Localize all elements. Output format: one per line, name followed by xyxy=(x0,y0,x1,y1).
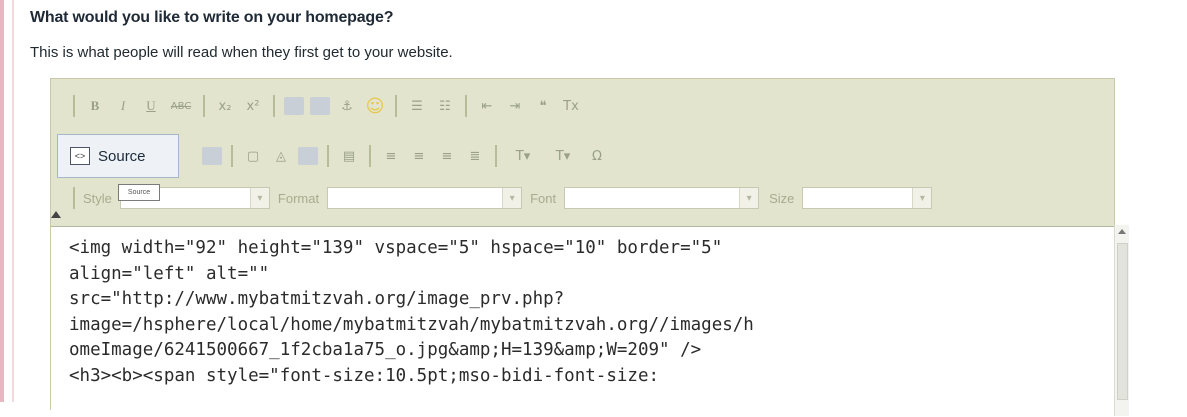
blockquote-icon[interactable]: ❝ xyxy=(532,95,554,117)
superscript-button[interactable]: x² xyxy=(242,95,264,117)
outdent-icon[interactable]: ⇤ xyxy=(476,95,498,117)
toolbar-row-combos: Style ▾ Format ▾ Font ▾ Size ▾ xyxy=(67,183,933,213)
code-line: align="left" alt="" xyxy=(69,263,270,284)
toolbar-separator xyxy=(327,145,329,167)
code-line: <h3><b><span style="font-size:10.5pt;mso… xyxy=(69,365,660,386)
source-button[interactable]: <> Source xyxy=(57,134,179,178)
bold-button[interactable]: B xyxy=(84,95,106,117)
format-select[interactable]: ▾ xyxy=(327,187,523,209)
code-line: omeImage/6241500667_1f2cba1a75_o.jpg&amp… xyxy=(69,340,702,360)
toolbar-separator xyxy=(465,95,467,117)
toolbar-separator xyxy=(73,187,75,209)
source-button-label: Source xyxy=(98,147,146,165)
unlink-icon[interactable] xyxy=(310,97,330,115)
editor-scrollbar[interactable] xyxy=(1114,225,1129,416)
text-color-icon[interactable]: T▾ xyxy=(506,145,540,167)
subscript-button[interactable]: x₂ xyxy=(214,95,236,117)
toolbar-separator xyxy=(73,95,75,117)
source-tooltip: Source xyxy=(118,184,160,201)
underline-button[interactable]: U xyxy=(140,95,162,117)
toolbar-separator xyxy=(495,145,497,167)
toolbar-separator xyxy=(231,145,233,167)
toolbar-separator xyxy=(203,95,205,117)
link-icon[interactable] xyxy=(284,97,304,115)
anchor-icon[interactable]: ⚓ xyxy=(336,95,358,117)
align-right-icon[interactable]: ≡ xyxy=(436,145,458,167)
strikethrough-button[interactable]: ABC xyxy=(168,95,194,117)
scroll-up-arrow-icon[interactable] xyxy=(1118,229,1126,234)
homepage-helper-text: This is what people will read when they … xyxy=(30,44,453,61)
indent-icon[interactable]: ⇥ xyxy=(504,95,526,117)
rich-text-editor: B I U ABC x₂ x² ⚓ ☺ ☰ ☷ ⇤ ⇥ ❝ Tx <> Sour… xyxy=(50,78,1129,417)
font-select[interactable]: ▾ xyxy=(564,187,760,209)
bg-color-icon[interactable]: T▾ xyxy=(546,145,580,167)
chevron-down-icon: ▾ xyxy=(249,188,269,208)
font-label: Font xyxy=(530,190,557,206)
page-left-border-inner xyxy=(12,0,14,402)
chevron-down-icon: ▾ xyxy=(739,188,759,208)
style-label: Style xyxy=(83,190,112,206)
remove-format-icon[interactable]: Tx xyxy=(560,95,582,117)
image-icon[interactable] xyxy=(298,147,318,165)
toolbar-separator xyxy=(273,95,275,117)
align-left-icon[interactable]: ≡ xyxy=(380,145,402,167)
size-select[interactable]: ▾ xyxy=(802,187,933,209)
source-code-text: <img width="92" height="139" vspace="5" … xyxy=(69,236,1119,389)
toolbar-separator xyxy=(369,145,371,167)
justify-icon[interactable]: ≣ xyxy=(464,145,486,167)
code-line: src="http://www.mybatmitzvah.org/image_p… xyxy=(69,289,565,309)
collapse-toolbar-icon[interactable] xyxy=(51,211,61,218)
toolbar-row-actions: <> Source ▢ ◬ ▤ ≡ ≡ ≡ ≣ T▾ T▾ Ω xyxy=(57,133,611,179)
toolbar-row-formatting: B I U ABC x₂ x² ⚓ ☺ ☰ ☷ ⇤ ⇥ ❝ Tx xyxy=(67,91,585,121)
editor-toolbar: B I U ABC x₂ x² ⚓ ☺ ☰ ☷ ⇤ ⇥ ❝ Tx <> Sour… xyxy=(51,79,1114,224)
toolbar-separator xyxy=(395,95,397,117)
save-icon[interactable] xyxy=(202,147,222,165)
code-line: image=/hsphere/local/home/mybatmitzvah/m… xyxy=(69,314,754,335)
numbered-list-icon[interactable]: ☰ xyxy=(406,95,428,117)
chevron-down-icon: ▾ xyxy=(502,188,522,208)
size-label: Size xyxy=(769,190,795,206)
page-left-border xyxy=(0,0,4,402)
align-center-icon[interactable]: ≡ xyxy=(408,145,430,167)
code-line: <img width="92" height="139" vspace="5" … xyxy=(69,238,723,258)
homepage-question-heading: What would you like to write on your hom… xyxy=(30,9,394,26)
source-icon: <> xyxy=(70,147,90,165)
chevron-down-icon: ▾ xyxy=(912,188,932,208)
new-page-icon[interactable]: ▢ xyxy=(242,145,264,167)
bulleted-list-icon[interactable]: ☷ xyxy=(434,95,456,117)
italic-button[interactable]: I xyxy=(112,95,134,117)
smiley-icon[interactable]: ☺ xyxy=(364,95,386,117)
preview-icon[interactable]: ◬ xyxy=(270,145,292,167)
format-label: Format xyxy=(277,190,320,206)
special-char-icon[interactable]: Ω xyxy=(586,145,608,167)
scrollbar-thumb[interactable] xyxy=(1117,243,1128,400)
source-code-textarea[interactable]: <img width="92" height="139" vspace="5" … xyxy=(51,226,1114,417)
paste-icon[interactable]: ▤ xyxy=(338,145,360,167)
